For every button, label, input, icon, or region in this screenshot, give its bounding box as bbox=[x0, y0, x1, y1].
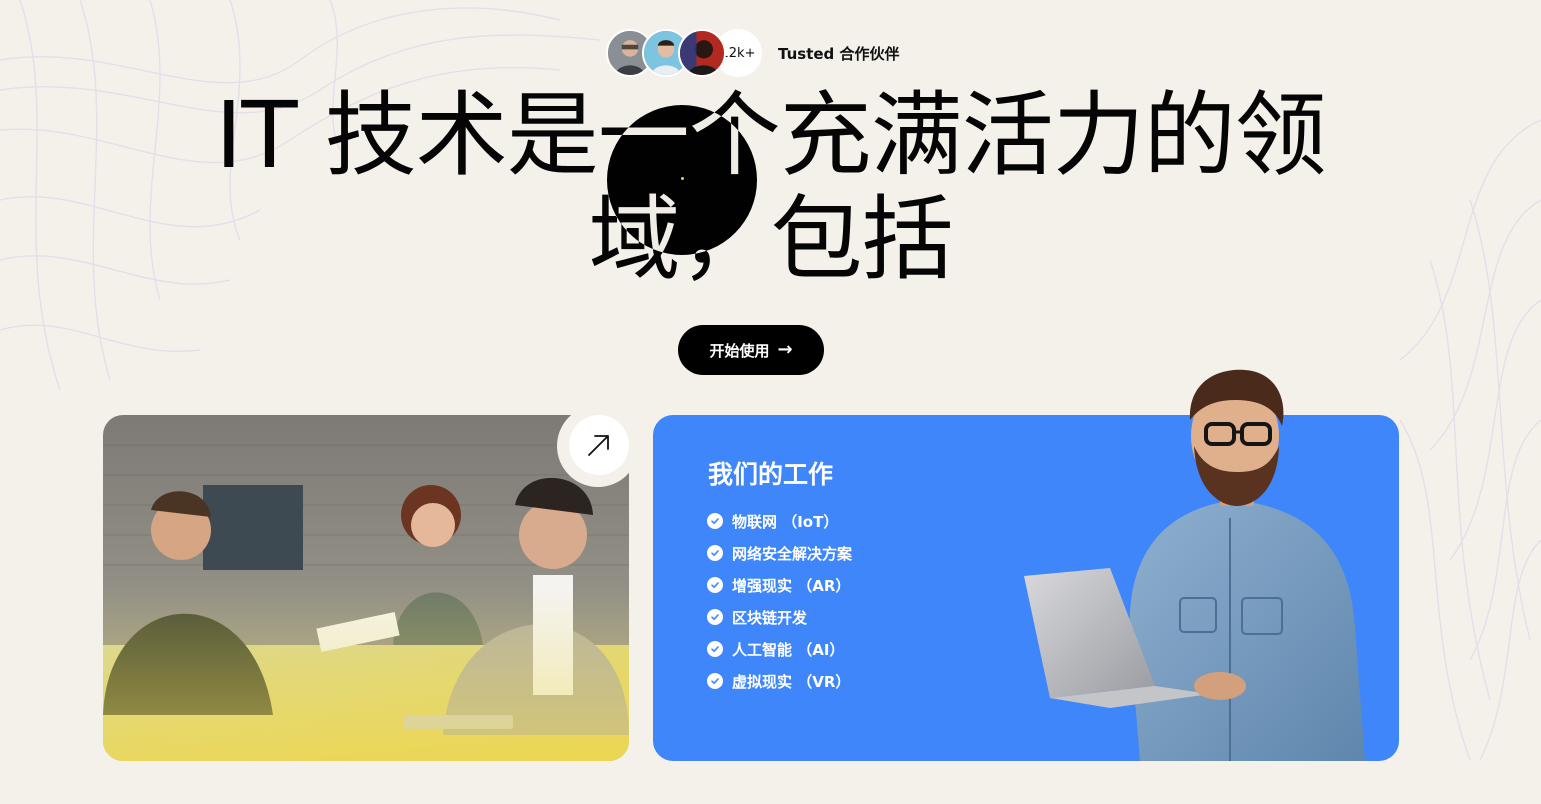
hero-title: IT 技术是一个充满活力的领 域，包括 bbox=[150, 84, 1391, 292]
list-item: 人工智能 （AI） bbox=[707, 633, 852, 665]
services-list: 物联网 （IoT） 网络安全解决方案 增强现实 （AR） 区块链开发 人工智能 … bbox=[707, 505, 852, 697]
service-label: 虚拟现实 （VR） bbox=[732, 672, 851, 691]
get-started-button[interactable]: 开始使用 → bbox=[678, 325, 824, 375]
trusted-label: Tusted 合作伙伴 bbox=[778, 44, 900, 63]
service-label: 网络安全解决方案 bbox=[732, 544, 853, 563]
check-circle-icon bbox=[707, 513, 723, 529]
list-item: 增强现实 （AR） bbox=[707, 569, 852, 601]
man-with-laptop-image bbox=[1024, 369, 1365, 761]
cursor-follower bbox=[607, 105, 757, 255]
check-circle-icon bbox=[707, 609, 723, 625]
list-item: 虚拟现实 （VR） bbox=[707, 665, 852, 697]
our-work-title: 我们的工作 bbox=[708, 460, 834, 489]
open-link-button[interactable] bbox=[569, 415, 629, 475]
check-circle-icon bbox=[707, 545, 723, 561]
list-item: 区块链开发 bbox=[707, 601, 852, 633]
team-photo bbox=[103, 415, 629, 761]
trusted-partners: 12k+ Tusted 合作伙伴 bbox=[606, 29, 900, 77]
avatar-stack: 12k+ bbox=[606, 29, 762, 77]
get-started-label: 开始使用 bbox=[709, 341, 770, 360]
check-circle-icon bbox=[707, 577, 723, 593]
avatar bbox=[678, 29, 726, 77]
list-item: 网络安全解决方案 bbox=[707, 537, 852, 569]
service-label: 增强现实 （AR） bbox=[732, 576, 851, 595]
arrow-up-right-icon bbox=[588, 435, 609, 456]
service-label: 物联网 （IoT） bbox=[732, 512, 839, 531]
list-item: 物联网 （IoT） bbox=[707, 505, 852, 537]
check-circle-icon bbox=[707, 673, 723, 689]
service-label: 人工智能 （AI） bbox=[732, 640, 845, 659]
arrow-right-icon: → bbox=[777, 339, 793, 360]
cursor-dot bbox=[681, 177, 684, 180]
check-circle-icon bbox=[707, 641, 723, 657]
service-label: 区块链开发 bbox=[732, 608, 808, 627]
hero-title-line1: IT 技术是一个充满活力的领 bbox=[215, 82, 1327, 189]
